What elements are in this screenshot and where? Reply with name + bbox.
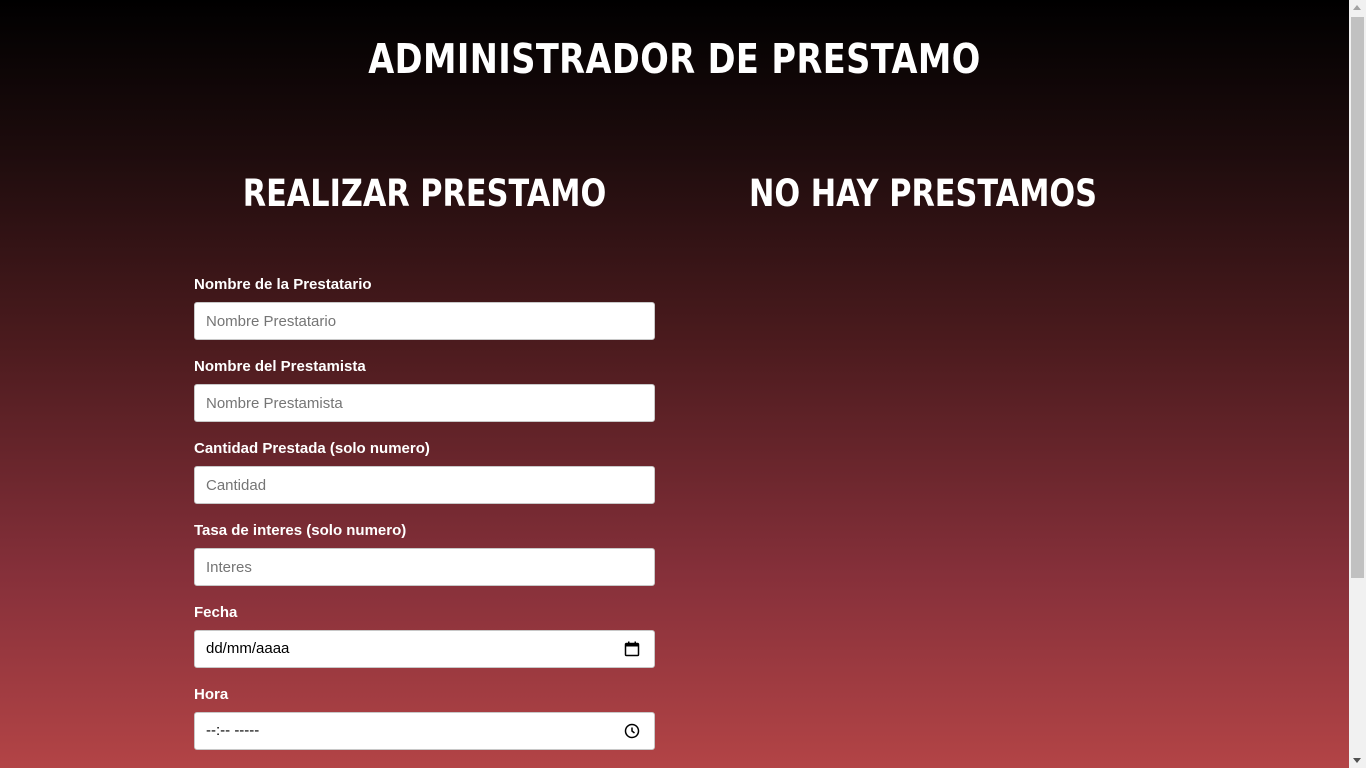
lender-label: Nombre del Prestamista [194, 358, 366, 375]
clock-icon[interactable] [624, 723, 640, 739]
calendar-icon[interactable] [624, 641, 640, 657]
lender-input-box [194, 384, 655, 422]
loan-form: Nombre de la Prestatario Nombre del Pres… [194, 276, 655, 768]
borrower-input-box [194, 302, 655, 340]
amount-label: Cantidad Prestada (solo numero) [194, 440, 430, 457]
amount-input[interactable] [195, 467, 654, 503]
scroll-up-arrow-icon[interactable] [1353, 5, 1361, 10]
amount-input-box [194, 466, 655, 504]
borrower-label: Nombre de la Prestatario [194, 276, 372, 293]
vertical-scrollbar[interactable] [1349, 0, 1366, 768]
rate-input[interactable] [195, 549, 654, 585]
amount-field-group: Cantidad Prestada (solo numero) [194, 440, 655, 504]
time-label: Hora [194, 686, 229, 703]
time-input-value: --:-- ----- [206, 722, 260, 739]
lender-field-group: Nombre del Prestamista [194, 358, 655, 422]
date-field-group: Fecha dd/mm/aaaa [194, 604, 655, 668]
date-input[interactable]: dd/mm/aaaa [194, 630, 655, 668]
time-input[interactable]: --:-- ----- [194, 712, 655, 750]
rate-label: Tasa de interes (solo numero) [194, 522, 407, 539]
rate-input-box [194, 548, 655, 586]
borrower-field-group: Nombre de la Prestatario [194, 276, 655, 340]
page-title: Administrador de Prestamo [368, 35, 981, 83]
form-section-title: Realizar Prestamo [242, 172, 607, 215]
date-label: Fecha [194, 604, 238, 621]
page: Administrador de Prestamo Realizar Prest… [0, 0, 1349, 768]
scroll-down-arrow-icon[interactable] [1353, 758, 1361, 763]
borrower-input[interactable] [195, 303, 654, 339]
date-input-value: dd/mm/aaaa [206, 640, 290, 657]
lender-input[interactable] [195, 385, 654, 421]
scrollbar-thumb[interactable] [1351, 17, 1364, 578]
rate-field-group: Tasa de interes (solo numero) [194, 522, 655, 586]
loans-section-title: No hay prestamos [748, 172, 1098, 215]
time-field-group: Hora --:-- ----- [194, 686, 655, 750]
